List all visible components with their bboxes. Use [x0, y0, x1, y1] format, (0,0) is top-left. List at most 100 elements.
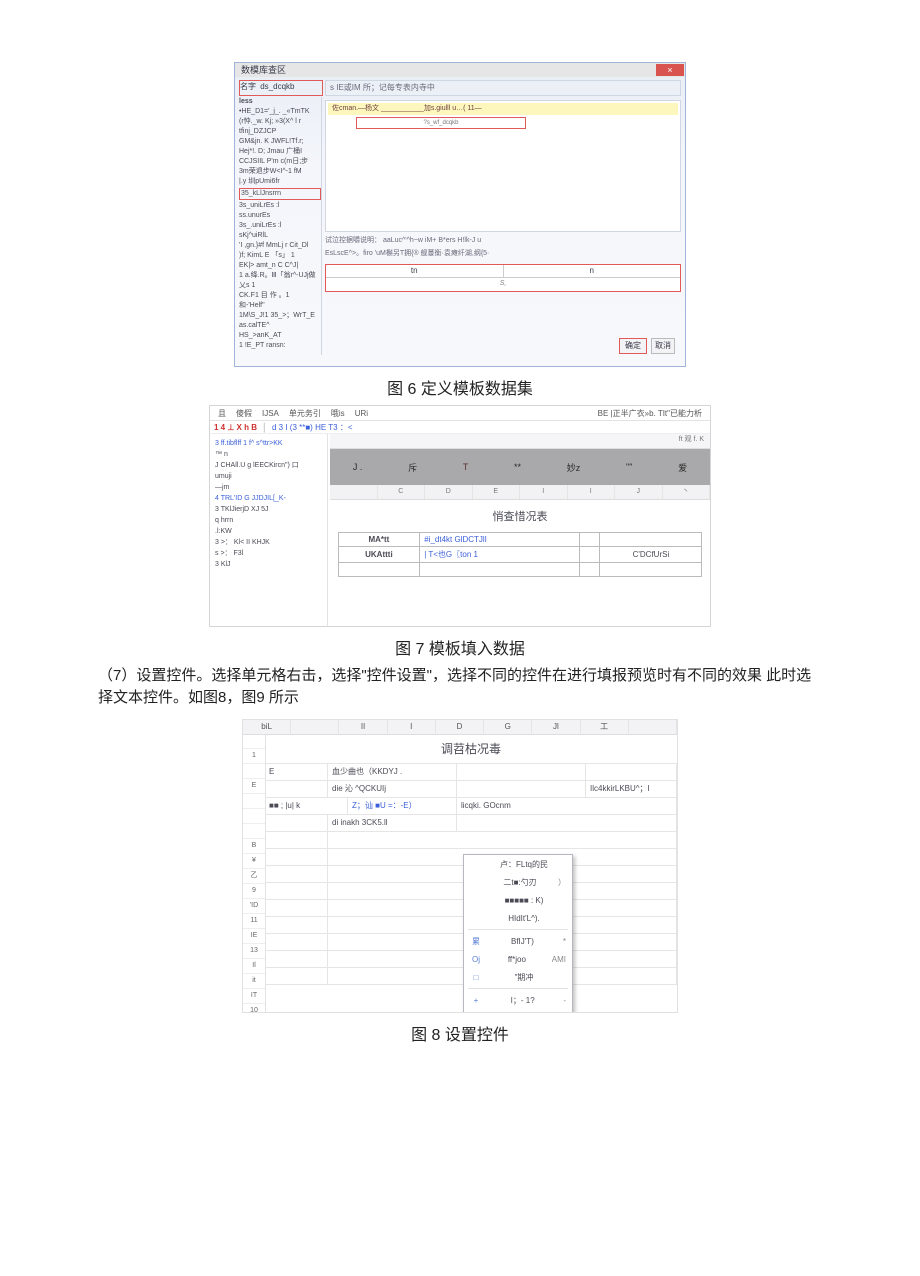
menu-item[interactable]: 单元务引 — [289, 408, 321, 419]
column-id[interactable]: D — [436, 720, 484, 734]
row-id[interactable] — [243, 824, 265, 839]
context-menu-item[interactable]: ■■■■■ : K) — [464, 891, 572, 909]
context-menu-item[interactable]: X-(*CD)» — [464, 1009, 572, 1013]
cell[interactable]: licqki. GOcnm — [457, 798, 677, 814]
context-menu[interactable]: 卢：FLtq的民二t■:勺刃）■■■■■ : K)HIdIt'L^). 累BfIJ… — [463, 854, 573, 1013]
row-id[interactable]: E — [243, 779, 265, 794]
side-item[interactable]: q hrrn — [215, 515, 322, 526]
menu-item[interactable]: 且 — [218, 408, 226, 419]
tree-item[interactable]: 3m荣退步W<I^-1 fM — [239, 167, 321, 177]
menu-item[interactable]: 傻假 — [236, 408, 252, 419]
side-item[interactable]: 3 >： Kl< II KHJK — [215, 537, 322, 548]
tree-item[interactable]: as.calTE^ — [239, 321, 321, 331]
row-id[interactable]: 乙 — [243, 869, 265, 884]
column-id[interactable] — [330, 485, 378, 499]
menu-item[interactable]: IJSA — [262, 409, 279, 418]
row-id[interactable] — [243, 734, 265, 749]
cell[interactable] — [586, 764, 677, 780]
tree-item[interactable]: )f; KimL E 「s」 1 — [239, 251, 321, 261]
tree-item[interactable]: Hej*!. D; Jmau 广桶I — [239, 147, 321, 157]
cell[interactable] — [457, 781, 586, 797]
side-item[interactable]: 3 TKlJierjD XJ 5J — [215, 504, 322, 515]
context-menu-item[interactable]: Ojff*jooAMI — [464, 950, 572, 968]
row-id[interactable]: it — [243, 974, 265, 989]
sheet[interactable]: 悄查惜况表 MA*tt #i_dt4kt GlDCTJlI UKAttti | … — [330, 498, 710, 626]
toolbar-item[interactable]: I (3 **■) — [285, 423, 315, 432]
tree-item[interactable]: 'I ,gn.}#f MmLj r Cit_Dl — [239, 241, 321, 251]
name-field[interactable]: 名字 ds_dcqkb — [239, 80, 323, 96]
side-item[interactable]: s >： F3l — [215, 548, 322, 559]
tree-item[interactable]: EK|> amt_n C C^J| — [239, 261, 321, 271]
tree-item[interactable]: CK.F1 ⽬ 作 。1 — [239, 291, 321, 301]
tree-panel[interactable]: less •HE_D1='_j_. _«TmTK(r忡._w. Kj; »3(X… — [239, 97, 322, 355]
toolbar-item[interactable]: T3 ：< — [328, 423, 352, 432]
context-menu-item[interactable]: 累BfIJ'T)* — [464, 932, 572, 950]
cell[interactable]: 血少曲也（KKDYJ . — [328, 764, 457, 780]
menubar[interactable]: 且傻假IJSA单元务引哦isURiBE |正半广衣»b. TIt"已能力析 — [210, 406, 710, 421]
side-item[interactable]: ™ n — [215, 449, 322, 460]
tree-item[interactable]: sKj^uiRlL — [239, 231, 321, 241]
side-item[interactable]: J CHAll.U g lEECKircn") 口 — [215, 460, 322, 471]
context-menu-item[interactable]: +I；- 1?- — [464, 991, 572, 1009]
column-id[interactable]: 工 — [581, 720, 629, 734]
tree-item[interactable]: 和-'Helf" — [239, 301, 321, 311]
toolbar-item[interactable]: d 3 — [272, 423, 285, 432]
side-item[interactable]: 3 ff.tibflff 1 f^ s^ttr>KK — [215, 438, 322, 449]
column-id[interactable]: D — [425, 485, 473, 499]
sql-tab-bar[interactable]: s IE或IM 所；记每专表内寺中 — [325, 80, 681, 96]
row-id[interactable]: 9 — [243, 884, 265, 899]
row-id[interactable]: 11 — [243, 914, 265, 929]
column-id[interactable]: biL — [243, 720, 291, 734]
tree-item[interactable]: •HE_D1='_j_. _«TmTK — [239, 107, 321, 117]
ok-button[interactable]: 确定 — [619, 338, 647, 354]
cell[interactable]: Ilc4kkirLKBU^；I — [586, 781, 677, 797]
context-menu-item[interactable]: 卢：FLtq的民 — [464, 855, 572, 873]
context-menu-item[interactable]: 二t■:勺刃） — [464, 873, 572, 891]
side-item[interactable]: .l:KW — [215, 526, 322, 537]
column-id[interactable] — [291, 720, 339, 734]
side-item[interactable]: 3 KlJ — [215, 559, 322, 570]
tree-item[interactable]: 1M\S_J!1 35_>；WrT_E — [239, 311, 321, 321]
tree-item[interactable]: 3s_.uniLrEs :l — [239, 221, 321, 231]
toolbar[interactable]: 1 4 ⊥ X h B │ d 3 I (3 **■) HE T3 ：< — [210, 421, 710, 434]
cancel-button[interactable]: 取消 — [651, 338, 675, 354]
column-id[interactable]: 丶 — [663, 485, 711, 499]
menu-item[interactable]: URi — [355, 409, 368, 418]
tree-item[interactable]: 35_kLlJnsrrn — [239, 188, 321, 200]
side-item[interactable]: 4 TRL'ID G JJDJIL[_K- — [215, 493, 322, 504]
row-id[interactable]: 'ID — [243, 899, 265, 914]
menu-item[interactable]: 哦is — [331, 408, 345, 419]
row-id[interactable]: 10 — [243, 1004, 265, 1013]
toolbar-item[interactable]: HE — [315, 423, 328, 432]
column-id[interactable]: G — [484, 720, 532, 734]
tree-item[interactable]: GM&jn. K JWFL!Tf.r; — [239, 137, 321, 147]
tree-item[interactable]: CCJSIIL P'm c(m日;步 — [239, 157, 321, 167]
context-menu-item[interactable]: □"期冲 — [464, 968, 572, 986]
context-menu-item[interactable]: HIdIt'L^). — [464, 909, 572, 927]
row-id[interactable] — [243, 809, 265, 824]
tree-item[interactable]: 3s_uniLrEs :l — [239, 201, 321, 211]
side-item[interactable]: —jm — [215, 482, 322, 493]
column-id[interactable]: II — [339, 720, 387, 734]
row-id[interactable]: Il — [243, 959, 265, 974]
row-id[interactable]: B — [243, 839, 265, 854]
side-panel[interactable]: 3 ff.tibflff 1 f^ s^ttr>KK™ nJ CHAll.U g… — [210, 434, 328, 626]
row-id[interactable]: 1 — [243, 749, 265, 764]
tree-item[interactable]: (r忡._w. Kj; »3(X^ l r — [239, 117, 321, 127]
tree-item[interactable]: HS_>anK_AT — [239, 331, 321, 341]
column-id[interactable]: I — [388, 720, 436, 734]
column-id[interactable]: J — [615, 485, 663, 499]
cell[interactable] — [457, 815, 677, 831]
row-id[interactable]: 13 — [243, 944, 265, 959]
tree-item[interactable]: 1 a.绛.R。Ⅲ「翁r^-UJj做乂s 1 — [239, 271, 321, 291]
cell[interactable]: die 沁 ^QCKUIj — [328, 781, 457, 797]
tree-item[interactable]: tfinj_DZJCP — [239, 127, 321, 137]
side-item[interactable]: umuji — [215, 471, 322, 482]
close-icon[interactable]: × — [656, 64, 684, 76]
tree-item[interactable]: |.y 圳pUmi6fr — [239, 177, 321, 187]
column-id[interactable]: Jl — [532, 720, 580, 734]
cell[interactable]: di inakh 3CK5.ll — [328, 815, 457, 831]
tree-item[interactable]: ss.unurEs — [239, 211, 321, 221]
column-id[interactable] — [629, 720, 677, 734]
row-id[interactable] — [243, 794, 265, 809]
